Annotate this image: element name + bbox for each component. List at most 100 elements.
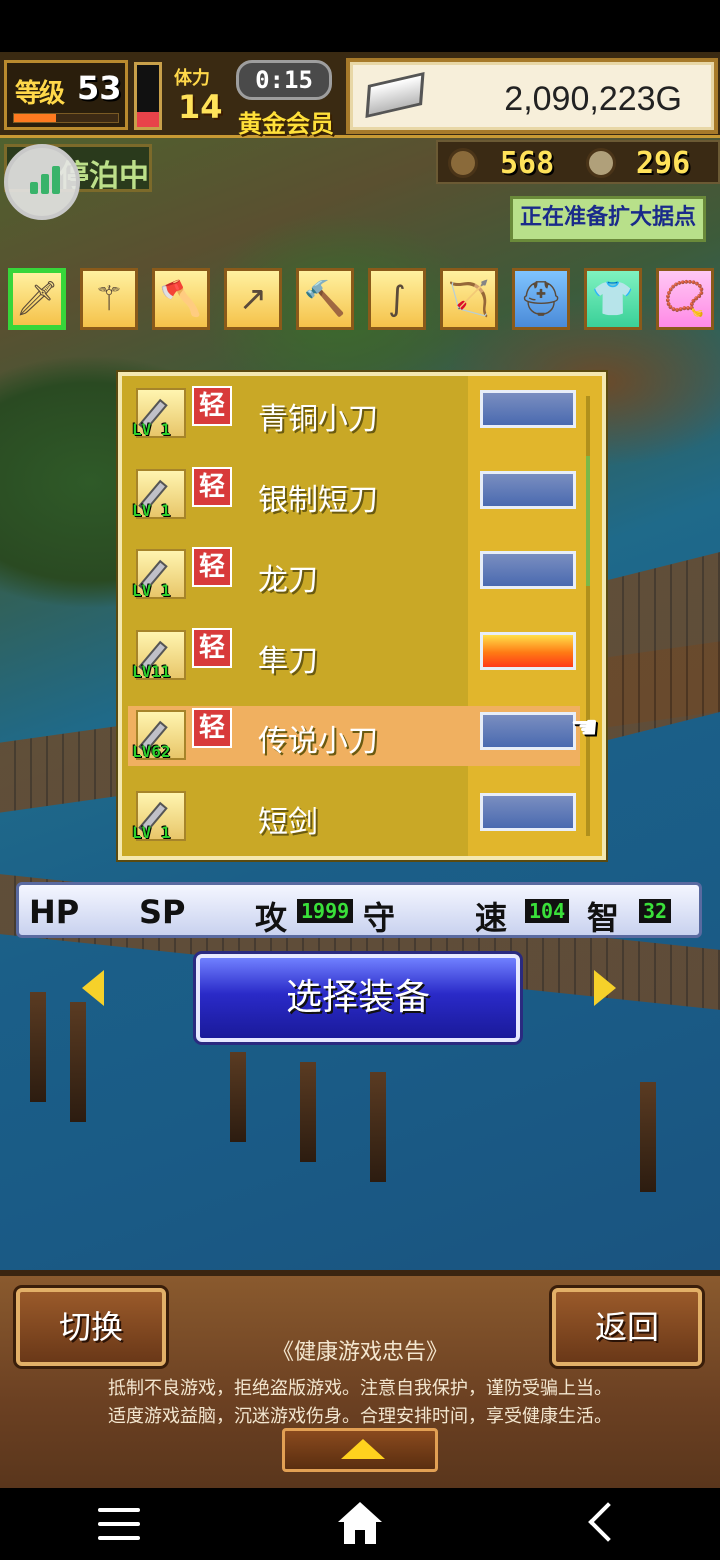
list-scrollbar[interactable] xyxy=(586,396,590,836)
back-nav-icon[interactable] xyxy=(588,1502,628,1542)
category-tab-armor[interactable]: 👕 xyxy=(584,268,642,330)
item-gauge xyxy=(480,551,576,589)
item-name: 隼刀 xyxy=(258,643,318,679)
next-character-arrow[interactable] xyxy=(594,970,616,1006)
membership-label[interactable]: 黄金会员 xyxy=(238,104,334,139)
item-name: 短剑 xyxy=(258,804,318,840)
resource-1-value: 568 xyxy=(500,146,555,181)
gold-bar-icon xyxy=(365,71,425,119)
stamina-value: 14 xyxy=(178,88,223,126)
weight-tag: 轻 xyxy=(192,386,232,426)
whip-icon: ∫ xyxy=(388,279,406,319)
item-name: 银制短刀 xyxy=(258,482,378,518)
level-label: 等级 xyxy=(15,79,65,109)
equipment-list-item[interactable]: LV 1 短剑 xyxy=(128,787,580,847)
prev-character-arrow[interactable] xyxy=(82,970,104,1006)
dock-pillar xyxy=(640,1082,656,1192)
base-expansion-notice[interactable]: 正在准备扩大据点 xyxy=(510,196,706,242)
hp-gauge-fill xyxy=(137,111,159,127)
category-tab-whip[interactable]: ∫ xyxy=(368,268,426,330)
hammer-icon: 🔨 xyxy=(303,279,347,319)
level-progress-bar xyxy=(13,113,119,123)
item-gauge xyxy=(480,792,576,831)
axe-icon: 🪓 xyxy=(159,279,203,319)
equipment-category-tabs: 🗡 ⚚ 🪓 ↗ 🔨 ∫ 🏹 ⛑ 👕 📿 xyxy=(8,268,720,334)
category-tab-necklace[interactable]: 📿 xyxy=(656,268,714,330)
dock-pillar xyxy=(370,1072,386,1182)
intelligence-label: 智 xyxy=(587,899,620,937)
item-name: 龙刀 xyxy=(258,563,318,598)
stamina-timer: 0:15 xyxy=(236,60,332,100)
dock-pillar xyxy=(300,1062,316,1162)
arrow-up-icon xyxy=(341,1439,385,1459)
level-value: 53 xyxy=(77,69,122,107)
equipment-list-item[interactable]: LV 1 轻银制短刀 xyxy=(128,465,580,525)
category-tab-spear[interactable]: ↗ xyxy=(224,268,282,330)
weight-tag: 轻 xyxy=(192,547,232,587)
category-tab-sword[interactable]: 🗡 xyxy=(8,268,66,330)
necklace-icon: 📿 xyxy=(663,279,707,319)
gauge-column xyxy=(468,376,602,856)
item-level: LV11 xyxy=(132,661,171,681)
status-strip xyxy=(0,0,720,52)
helmet-icon: ⛑ xyxy=(519,279,563,319)
system-nav-bar xyxy=(0,1488,720,1560)
dock-pillar xyxy=(70,1002,86,1122)
list-scrollbar-thumb[interactable] xyxy=(586,456,590,586)
spear-icon: ↗ xyxy=(238,279,268,319)
category-tab-helmet[interactable]: ⛑ xyxy=(512,268,570,330)
attack-value: 1999 xyxy=(297,899,354,923)
health-notice-line: 适度游戏益脑，沉迷游戏伤身。合理安排时间，享受健康生活。 xyxy=(108,1406,612,1427)
speed-label: 速 xyxy=(475,899,508,937)
item-level: LV 1 xyxy=(132,420,171,439)
item-level: LV62 xyxy=(132,742,171,761)
coin-icon xyxy=(586,148,616,178)
signal-bar-icon xyxy=(41,174,49,194)
hp-gauge xyxy=(134,62,162,130)
weight-tag: 轻 xyxy=(192,466,232,507)
equipment-list-item[interactable]: LV62 轻传说小刀 xyxy=(128,706,580,766)
category-tab-staff[interactable]: ⚚ xyxy=(80,268,138,330)
expand-panel-button[interactable] xyxy=(282,1428,438,1472)
stats-bar: HP SP 攻 1999 守 速 104 智 32 xyxy=(16,882,702,938)
equipment-list-item[interactable]: LV 1 轻龙刀 xyxy=(128,545,580,605)
equipment-list-item[interactable]: LV 1 轻青铜小刀 xyxy=(128,384,580,444)
equipment-list-item[interactable]: LV11 轻隼刀 xyxy=(128,626,580,686)
signal-float-button[interactable] xyxy=(4,144,80,220)
defense-label: 守 xyxy=(363,899,396,937)
item-level: LV 1 xyxy=(132,500,171,520)
home-icon[interactable] xyxy=(338,1502,382,1544)
category-tab-hammer[interactable]: 🔨 xyxy=(296,268,354,330)
sp-label: SP xyxy=(139,893,186,931)
signal-bar-icon xyxy=(30,182,38,194)
resource-strip: 568 296 xyxy=(436,140,720,184)
stamina-box: 体力 14 xyxy=(168,60,234,130)
intelligence-value: 32 xyxy=(639,899,672,923)
speed-value: 104 xyxy=(525,899,570,923)
recent-apps-icon[interactable] xyxy=(98,1508,140,1542)
gold-display[interactable]: 2,090,223G xyxy=(346,58,718,134)
item-gauge xyxy=(480,470,576,509)
staff-icon: ⚚ xyxy=(93,279,125,319)
item-gauge xyxy=(480,390,576,428)
hand-pointer-icon: ☚ xyxy=(570,708,599,746)
dock-pillar xyxy=(30,992,46,1102)
select-equipment-button[interactable]: 选择装备 xyxy=(196,954,520,1042)
item-level: LV 1 xyxy=(132,581,171,600)
health-notice-line: 抵制不良游戏，拒绝盗版游戏。注意自我保护，谨防受骗上当。 xyxy=(108,1378,612,1399)
armor-icon: 👕 xyxy=(591,279,635,319)
stamina-label: 体力 xyxy=(174,68,210,89)
item-gauge xyxy=(480,631,576,670)
medal-icon xyxy=(448,148,478,178)
item-gauge xyxy=(480,712,576,750)
item-name: 传说小刀 xyxy=(258,724,378,759)
item-name: 青铜小刀 xyxy=(258,402,378,437)
bow-icon: 🏹 xyxy=(447,279,491,319)
category-tab-axe[interactable]: 🪓 xyxy=(152,268,210,330)
health-notice-title: 《健康游戏忠告》 xyxy=(271,1340,448,1365)
category-tab-bow[interactable]: 🏹 xyxy=(440,268,498,330)
level-progress-fill xyxy=(14,114,56,122)
sword-icon: 🗡 xyxy=(15,279,59,319)
hp-label: HP xyxy=(29,893,80,931)
weight-tag: 轻 xyxy=(192,627,232,668)
